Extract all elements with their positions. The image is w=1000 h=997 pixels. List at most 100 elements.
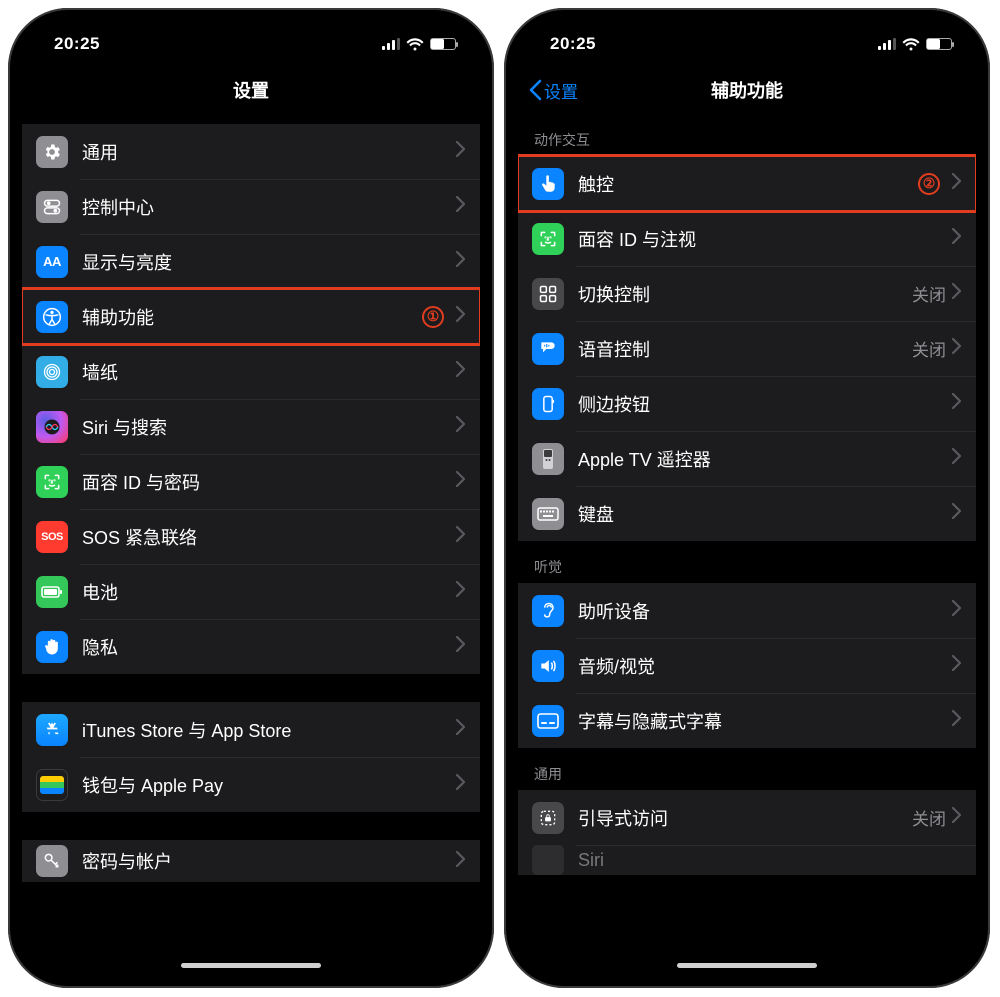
display-icon: AA (36, 246, 68, 278)
back-button[interactable]: 设置 (528, 66, 578, 114)
chevron-right-icon (952, 807, 962, 828)
page-title: 设置 (233, 77, 269, 103)
home-indicator[interactable] (181, 963, 321, 968)
chevron-right-icon (456, 581, 466, 602)
row-switch-control[interactable]: 切换控制 关闭 (518, 266, 976, 321)
back-label: 设置 (544, 78, 578, 103)
row-guided-access[interactable]: 引导式访问 关闭 (518, 790, 976, 845)
guided-access-icon (532, 802, 564, 834)
row-display-brightness[interactable]: AA 显示与亮度 (22, 234, 480, 289)
accessibility-list[interactable]: 动作交互 触控 ② 面容 ID 与注视 (518, 114, 976, 974)
chevron-right-icon (952, 173, 962, 194)
row-label: 通用 (82, 139, 456, 165)
row-label: 侧边按钮 (578, 391, 952, 417)
status-icons (878, 38, 952, 51)
chevron-right-icon (952, 710, 962, 731)
notch (642, 22, 852, 52)
apple-tv-remote-icon (532, 443, 564, 475)
subtitles-icon (532, 705, 564, 737)
row-value: 关闭 (912, 805, 946, 830)
row-label: 显示与亮度 (82, 249, 456, 275)
row-wallet-applepay[interactable]: 钱包与 Apple Pay (22, 757, 480, 812)
switch-control-icon (532, 278, 564, 310)
chevron-right-icon (456, 851, 466, 872)
control-center-icon (36, 191, 68, 223)
chevron-right-icon (456, 196, 466, 217)
row-passwords-accounts[interactable]: 密码与帐户 (22, 840, 480, 882)
row-audio-visual[interactable]: 音频/视觉 (518, 638, 976, 693)
row-control-center[interactable]: 控制中心 (22, 179, 480, 234)
row-label: 控制中心 (82, 194, 456, 220)
row-keyboard[interactable]: 键盘 (518, 486, 976, 541)
siri-icon (36, 411, 68, 443)
row-touch[interactable]: 触控 ② (518, 156, 976, 211)
row-siri-partial[interactable]: Siri (518, 845, 976, 875)
row-label: 语音控制 (578, 336, 912, 362)
side-button-icon (532, 388, 564, 420)
row-label: 切换控制 (578, 281, 912, 307)
row-label: 隐私 (82, 634, 456, 660)
settings-list[interactable]: 通用 控制中心 AA 显示与亮度 辅助功能 (22, 114, 480, 974)
chevron-right-icon (456, 471, 466, 492)
wallet-icon (36, 769, 68, 801)
row-side-button[interactable]: 侧边按钮 (518, 376, 976, 431)
row-label: 密码与帐户 (82, 848, 456, 874)
row-faceid-attention[interactable]: 面容 ID 与注视 (518, 211, 976, 266)
row-label: 电池 (82, 579, 456, 605)
row-sos[interactable]: SOS SOS 紧急联络 (22, 509, 480, 564)
row-label: 钱包与 Apple Pay (82, 772, 456, 798)
notch (146, 22, 356, 52)
keyboard-icon (532, 498, 564, 530)
speaker-icon (532, 650, 564, 682)
row-label: 键盘 (578, 501, 952, 527)
battery-icon (430, 38, 456, 50)
row-faceid-passcode[interactable]: 面容 ID 与密码 (22, 454, 480, 509)
chevron-right-icon (456, 774, 466, 795)
appstore-icon (36, 714, 68, 746)
row-accessibility[interactable]: 辅助功能 ① (22, 289, 480, 344)
key-icon (36, 845, 68, 877)
nav-bar-right: 设置 辅助功能 (518, 66, 976, 114)
annotation-badge-1: ① (422, 306, 444, 328)
row-label: 墙纸 (82, 359, 456, 385)
row-label: 面容 ID 与密码 (82, 469, 456, 495)
row-privacy[interactable]: 隐私 (22, 619, 480, 674)
row-voice-control[interactable]: 语音控制 关闭 (518, 321, 976, 376)
siri-icon (532, 845, 564, 875)
row-battery[interactable]: 电池 (22, 564, 480, 619)
screen-left: 20:25 设置 通用 (22, 22, 480, 974)
row-siri-search[interactable]: Siri 与搜索 (22, 399, 480, 454)
annotation-badge-2: ② (918, 173, 940, 195)
row-label: 音频/视觉 (578, 653, 952, 679)
privacy-hand-icon (36, 631, 68, 663)
row-label: SOS 紧急联络 (82, 524, 456, 550)
battery-row-icon (36, 576, 68, 608)
status-time: 20:25 (550, 34, 596, 54)
row-label: 字幕与隐藏式字幕 (578, 708, 952, 734)
page-title: 辅助功能 (711, 77, 783, 103)
touch-icon (532, 168, 564, 200)
row-apple-tv-remote[interactable]: Apple TV 遥控器 (518, 431, 976, 486)
row-label: 触控 (578, 171, 952, 197)
chevron-right-icon (952, 600, 962, 621)
section-header-hearing: 听觉 (518, 541, 976, 583)
row-itunes-appstore[interactable]: iTunes Store 与 App Store (22, 702, 480, 757)
chevron-right-icon (456, 416, 466, 437)
row-hearing-devices[interactable]: 助听设备 (518, 583, 976, 638)
screen-right: 20:25 设置 辅助功能 动作交互 触控 (518, 22, 976, 974)
faceid-icon (532, 223, 564, 255)
row-wallpaper[interactable]: 墙纸 (22, 344, 480, 399)
wifi-icon (406, 38, 424, 51)
row-label: 面容 ID 与注视 (578, 226, 952, 252)
sos-icon: SOS (36, 521, 68, 553)
row-label: 辅助功能 (82, 304, 456, 330)
row-label: Apple TV 遥控器 (578, 446, 952, 472)
row-subtitles[interactable]: 字幕与隐藏式字幕 (518, 693, 976, 748)
home-indicator[interactable] (677, 963, 817, 968)
chevron-right-icon (952, 393, 962, 414)
chevron-right-icon (952, 448, 962, 469)
section-header-interaction: 动作交互 (518, 114, 976, 156)
nav-bar-left: 设置 (22, 66, 480, 114)
row-general[interactable]: 通用 (22, 124, 480, 179)
chevron-right-icon (952, 228, 962, 249)
